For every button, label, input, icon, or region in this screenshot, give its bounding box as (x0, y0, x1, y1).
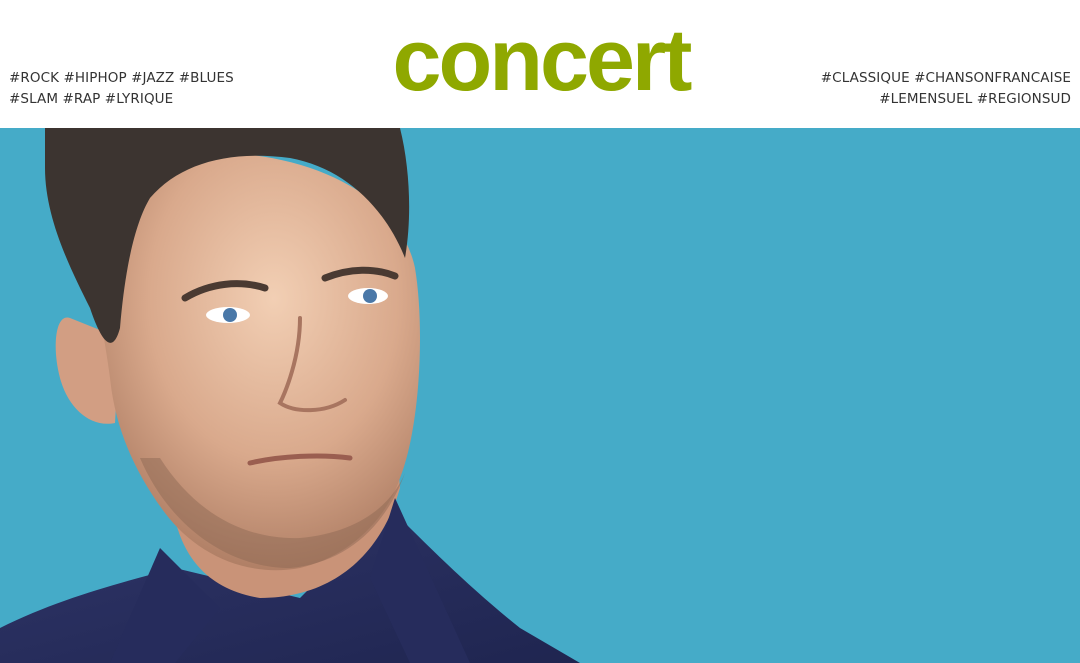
tag-line[interactable]: #SLAM #RAP #LYRIQUE (9, 89, 234, 110)
tag-list-left: #ROCK #HIPHOP #JAZZ #BLUES #SLAM #RAP #L… (9, 68, 234, 110)
site-header: #ROCK #HIPHOP #JAZZ #BLUES #SLAM #RAP #L… (0, 0, 1080, 128)
tag-list-right: #CLASSIQUE #CHANSONFRANCAISE #LEMENSUEL … (821, 68, 1071, 110)
tag-line[interactable]: #LEMENSUEL #REGIONSUD (821, 89, 1071, 110)
site-logo[interactable]: concert (376, 10, 706, 110)
tag-line[interactable]: #ROCK #HIPHOP #JAZZ #BLUES (9, 68, 234, 89)
hero-banner (0, 128, 1080, 663)
artist-portrait (0, 128, 580, 663)
tag-line[interactable]: #CLASSIQUE #CHANSONFRANCAISE (821, 68, 1071, 89)
